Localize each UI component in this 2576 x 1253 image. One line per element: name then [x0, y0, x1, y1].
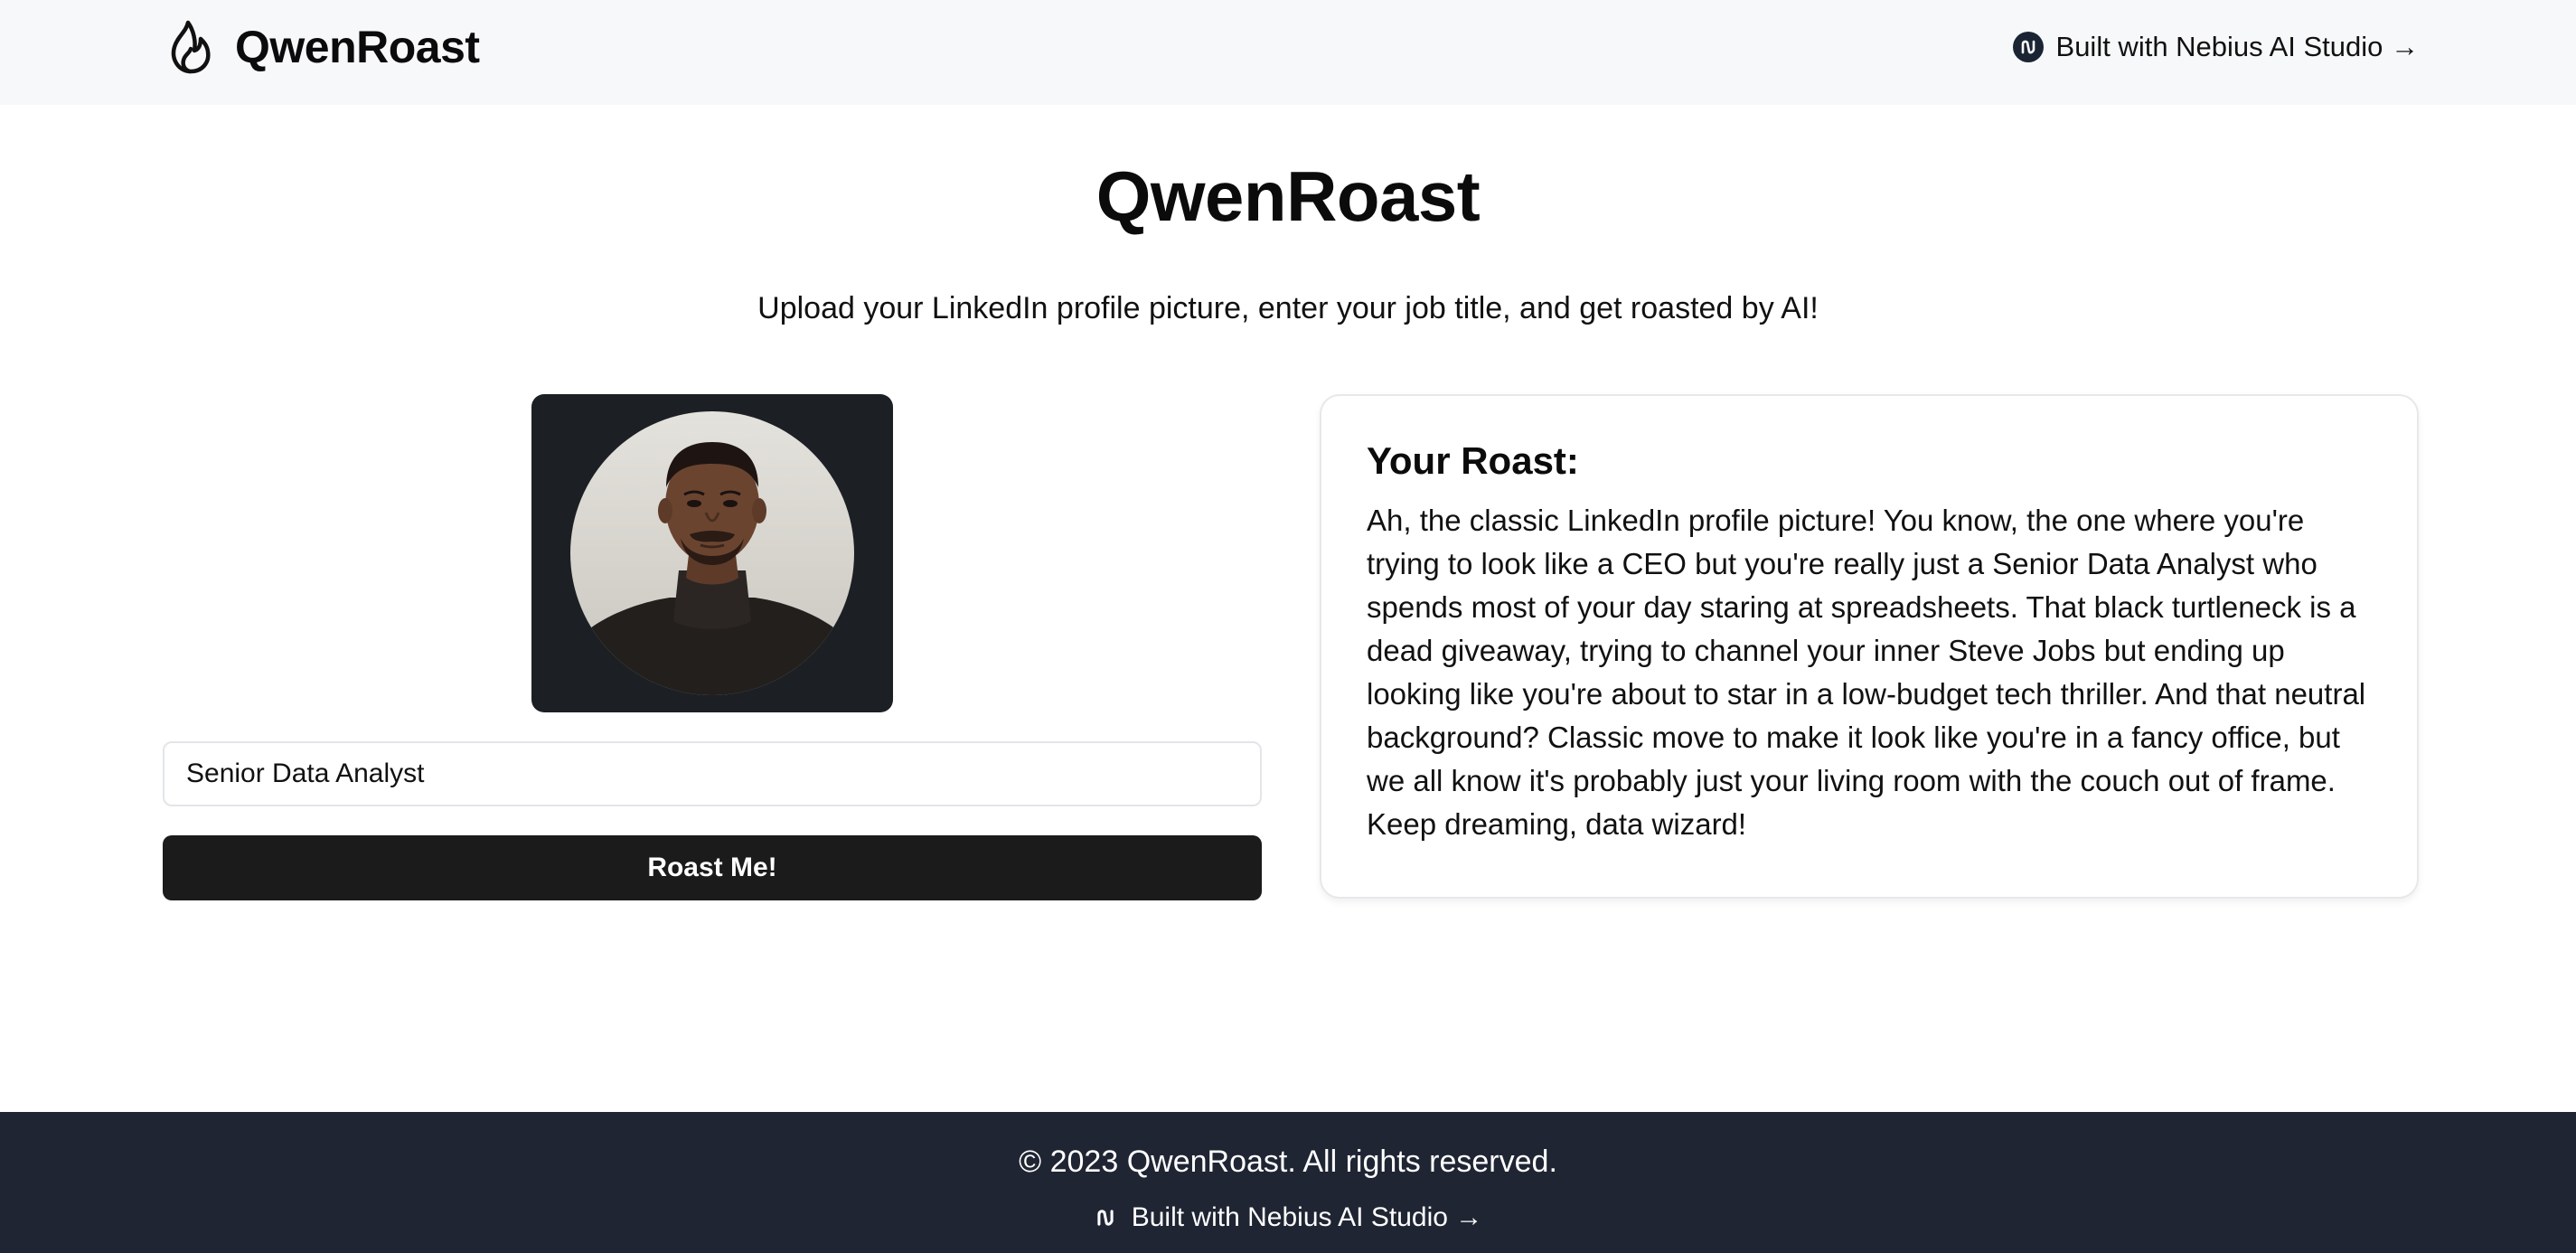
- flame-icon: [171, 20, 211, 74]
- roast-heading: Your Roast:: [1367, 439, 1579, 482]
- brand-name: QwenRoast: [235, 22, 480, 72]
- nebius-logo-icon: [1097, 1210, 1114, 1226]
- job-title-input[interactable]: [163, 741, 1262, 806]
- profile-photo: [570, 411, 854, 695]
- nebius-link-label: Built with Nebius AI Studio →: [2055, 31, 2419, 62]
- footer-nebius-link[interactable]: Built with Nebius AI Studio →: [0, 1202, 2576, 1233]
- top-navbar: QwenRoast Built with Nebius AI Studio →: [0, 0, 2576, 105]
- roast-me-button[interactable]: Roast Me!: [163, 835, 1262, 900]
- page-subtitle: Upload your LinkedIn profile picture, en…: [757, 291, 1819, 325]
- nebius-logo-icon: [2012, 32, 2044, 62]
- page-title: QwenRoast: [1095, 156, 1481, 236]
- roast-result-card: Your Roast: Ah, the classic LinkedIn pro…: [1320, 394, 2419, 899]
- roast-text: Ah, the classic LinkedIn profile picture…: [1367, 504, 2366, 841]
- footer-copyright: © 2023 QwenRoast. All rights reserved.: [1019, 1145, 1557, 1179]
- footer: © 2023 QwenRoast. All rights reserved. B…: [0, 1112, 2576, 1253]
- profile-picture-upload[interactable]: [531, 394, 893, 712]
- footer-nebius-label: Built with Nebius AI Studio →: [1131, 1202, 1483, 1232]
- nebius-studio-link[interactable]: Built with Nebius AI Studio →: [2012, 25, 2419, 69]
- brand-logo-link[interactable]: QwenRoast: [166, 18, 480, 76]
